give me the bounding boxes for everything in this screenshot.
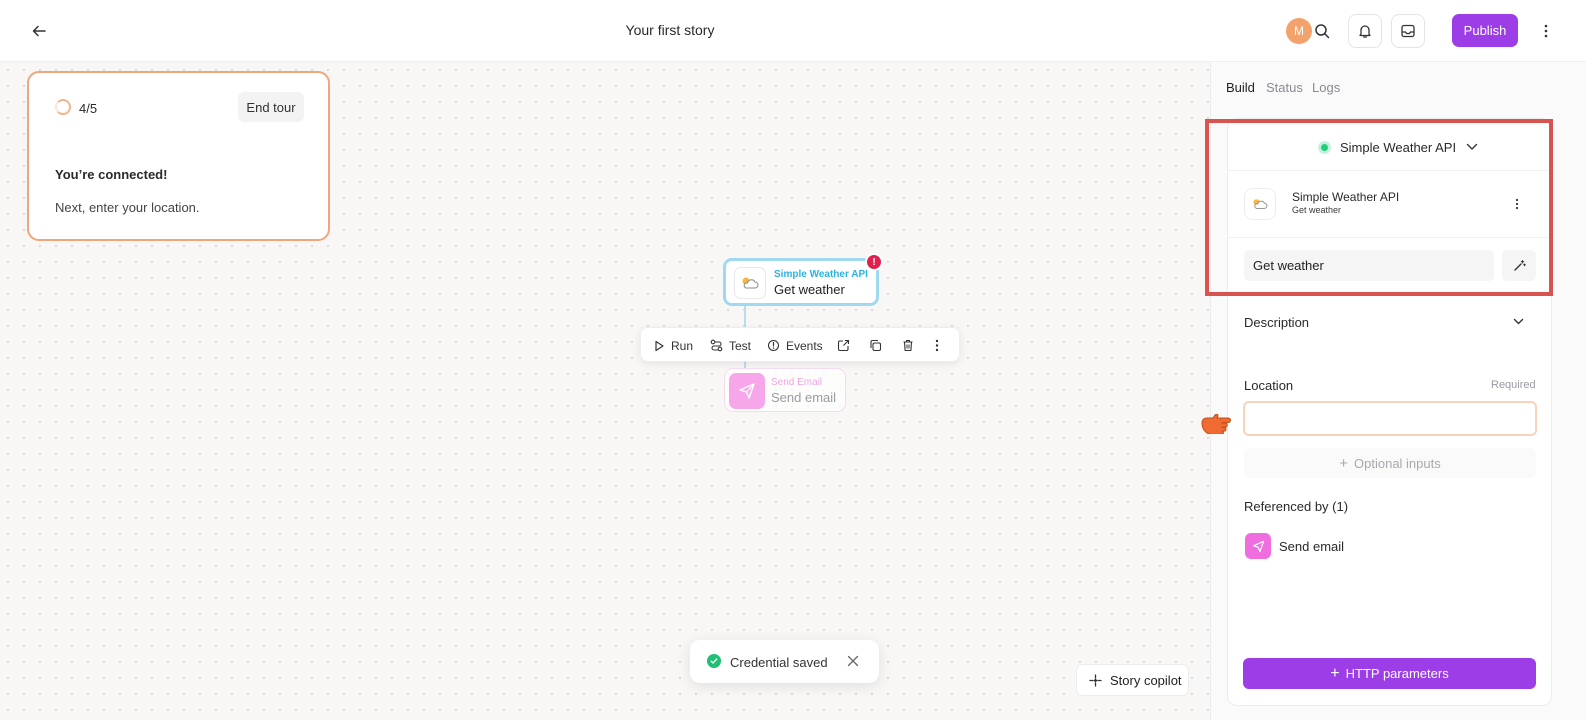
email-icon-box xyxy=(729,373,765,409)
more-options-button[interactable] xyxy=(1534,14,1558,48)
location-input[interactable] xyxy=(1243,401,1537,436)
magic-wand-button[interactable] xyxy=(1502,250,1536,281)
weather-icon xyxy=(742,277,759,289)
magic-wand-icon xyxy=(1513,259,1526,271)
events-icon xyxy=(767,339,780,352)
notifications-button[interactable] xyxy=(1348,14,1382,48)
node-more-button[interactable] xyxy=(935,328,945,363)
optional-inputs-button[interactable]: + Optional inputs xyxy=(1244,448,1536,478)
events-button[interactable]: Events xyxy=(767,328,823,363)
kebab-icon xyxy=(1544,24,1548,38)
search-icon xyxy=(1315,24,1330,39)
chevron-down-icon xyxy=(1466,143,1478,150)
sparkle-icon xyxy=(1089,673,1102,687)
connected-status-icon xyxy=(1318,140,1331,154)
send-icon xyxy=(1245,533,1271,559)
story-title: Your first story xyxy=(625,22,715,38)
tour-step: 4/5 xyxy=(79,101,98,116)
tour-card: 4/5 End tour You’re connected! Next, ent… xyxy=(27,71,330,241)
app-selector[interactable]: Simple Weather API xyxy=(1318,138,1478,156)
app-row-name: Simple Weather API xyxy=(1292,190,1400,204)
delete-button[interactable] xyxy=(902,328,920,363)
location-required-label: Required xyxy=(1491,379,1536,391)
tour-heading: You’re connected! xyxy=(55,167,168,182)
node-icon-box xyxy=(734,267,766,299)
close-icon xyxy=(847,655,859,667)
plus-icon: + xyxy=(1330,664,1340,682)
search-button[interactable] xyxy=(1305,14,1339,48)
node-toolbar: Run Test Events xyxy=(640,327,960,362)
description-toggle[interactable] xyxy=(1510,313,1526,329)
plus-icon: + xyxy=(1339,454,1349,472)
app-row-more-button[interactable] xyxy=(1509,194,1525,214)
toast-close-button[interactable] xyxy=(844,652,862,670)
run-label: Run xyxy=(671,338,694,353)
http-parameters-button[interactable]: + HTTP parameters xyxy=(1243,658,1536,689)
email-app-name: Send Email xyxy=(771,377,823,388)
tour-body: Next, enter your location. xyxy=(55,200,200,215)
tab-build[interactable]: Build xyxy=(1226,80,1255,95)
description-label[interactable]: Description xyxy=(1244,315,1309,330)
top-bar: Your first story M Publish xyxy=(0,0,1586,62)
action-name-input[interactable] xyxy=(1244,250,1494,281)
inbox-icon xyxy=(1401,24,1415,38)
kebab-icon xyxy=(1515,198,1519,210)
send-icon xyxy=(739,383,755,399)
app-row-icon xyxy=(1244,188,1276,220)
pointing-hand-icon xyxy=(1201,413,1232,434)
tab-logs[interactable]: Logs xyxy=(1312,80,1340,95)
referenced-item-label: Send email xyxy=(1279,538,1345,554)
app-row-action: Get weather xyxy=(1292,205,1342,215)
kebab-icon xyxy=(935,339,939,352)
run-button[interactable]: Run xyxy=(653,328,693,363)
play-icon xyxy=(655,340,664,351)
copilot-label: Story copilot xyxy=(1110,672,1182,688)
node-action-name: Get weather xyxy=(774,282,845,297)
toast-message: Credential saved xyxy=(730,655,828,670)
events-label: Events xyxy=(786,338,823,353)
app-selector-label: Simple Weather API xyxy=(1340,139,1457,155)
progress-ring-icon xyxy=(55,99,71,115)
weather-icon xyxy=(1253,199,1268,209)
divider xyxy=(1228,170,1551,171)
location-label: Location xyxy=(1244,378,1294,393)
test-icon xyxy=(710,339,723,352)
bell-icon xyxy=(1359,25,1371,38)
action-node-email[interactable]: Send Email Send email xyxy=(724,368,846,412)
action-node-weather[interactable]: Simple Weather API Get weather xyxy=(723,258,879,306)
end-tour-button[interactable]: End tour xyxy=(238,92,304,122)
email-action-name: Send email xyxy=(771,390,837,405)
http-parameters-label: HTTP parameters xyxy=(1345,666,1449,681)
referenced-item-send-email[interactable]: Send email xyxy=(1245,533,1344,559)
chevron-down-icon xyxy=(1513,318,1523,324)
tab-status[interactable]: Status xyxy=(1266,80,1303,95)
copy-icon xyxy=(870,339,882,352)
inbox-button[interactable] xyxy=(1391,14,1425,48)
export-icon xyxy=(837,339,850,352)
test-button[interactable]: Test xyxy=(710,328,751,363)
export-button[interactable] xyxy=(837,328,856,363)
optional-inputs-label: Optional inputs xyxy=(1354,455,1441,471)
trash-icon xyxy=(903,339,913,352)
duplicate-button[interactable] xyxy=(869,328,888,363)
referenced-by-label: Referenced by (1) xyxy=(1244,499,1349,514)
test-label: Test xyxy=(729,338,752,353)
toast-notification: Credential saved xyxy=(690,640,879,683)
divider xyxy=(1228,237,1551,238)
story-copilot-button[interactable]: Story copilot xyxy=(1076,664,1189,696)
error-badge[interactable]: ! xyxy=(865,253,883,271)
check-circle-icon xyxy=(707,654,721,668)
node-app-name: Simple Weather API xyxy=(774,269,868,280)
publish-button[interactable]: Publish xyxy=(1452,14,1518,47)
